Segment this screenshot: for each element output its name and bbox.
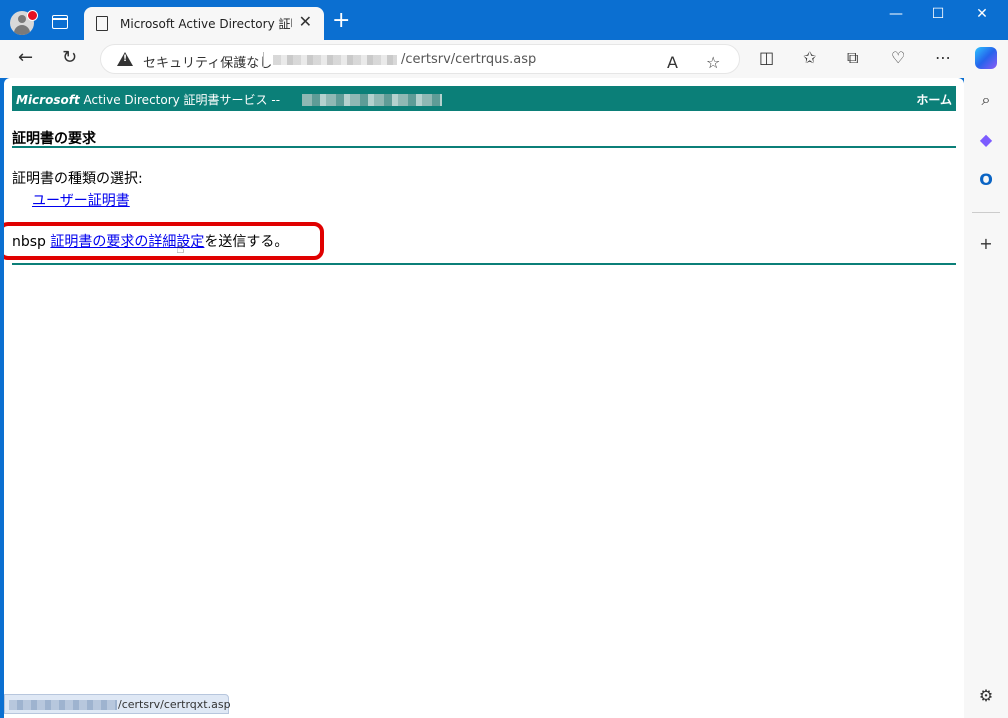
section-divider-bottom [12,263,956,265]
tab-actions-icon[interactable] [52,15,68,29]
collections-icon[interactable]: ⧉ [847,49,858,67]
link-status-bar: /certsrv/certrqxt.asp [4,694,231,714]
advanced-suffix: を送信する。 [204,234,289,250]
advanced-request-line: nbsp 証明書の要求の詳細設定を送信する。 [12,231,288,251]
favorite-star-icon[interactable]: ☆ [706,54,720,72]
address-divider [263,52,264,68]
settings-icon[interactable]: ⚙ [976,686,996,706]
document-icon [96,16,108,31]
split-screen-icon[interactable]: ◫ [759,49,774,67]
header-brand: Microsoft [16,93,80,107]
title-bar: Microsoft Active Directory 証明書 ✕ + — ☐ ✕ [0,0,1008,40]
add-icon[interactable]: + [976,234,996,254]
active-tab[interactable]: Microsoft Active Directory 証明書 ✕ [84,7,324,40]
edge-sidebar: ⌕ ◆ O + ⚙ [964,78,1008,718]
refresh-icon[interactable]: ↻ [62,48,77,68]
home-link[interactable]: ホーム [916,91,952,108]
section-divider-top [12,146,956,148]
header-title-group: Microsoft Active Directory 証明書サービス -- [16,91,280,108]
new-tab-button[interactable]: + [332,10,350,32]
advanced-prefix: nbsp [12,234,51,250]
tab-close-icon[interactable]: ✕ [299,13,312,31]
search-icon[interactable]: ⌕ [976,90,996,110]
read-aloud-icon[interactable]: A [667,54,678,72]
browser-essentials-icon[interactable]: ♡ [891,49,905,67]
tab-title: Microsoft Active Directory 証明書 [120,17,292,31]
page-header-bar: Microsoft Active Directory 証明書サービス -- ホー… [12,86,956,111]
outlook-icon[interactable]: O [976,170,996,190]
page-viewport: Microsoft Active Directory 証明書サービス -- ホー… [4,78,964,718]
security-status[interactable]: セキュリティ保護なし [143,52,272,71]
cert-type-label: 証明書の種類の選択: [12,171,143,187]
back-icon[interactable]: ← [18,48,33,68]
maximize-button[interactable]: ☐ [918,6,958,22]
section-title: 証明書の要求 [12,131,96,147]
more-icon[interactable]: ⋯ [935,49,951,67]
browser-toolbar: ← ↻ セキュリティ保護なし /certsrv/certrqus.asp A ☆… [0,40,1008,78]
close-window-button[interactable]: ✕ [962,6,1002,22]
copilot-icon[interactable] [975,47,997,69]
header-title: Active Directory 証明書サービス -- [79,93,281,107]
minimize-button[interactable]: — [876,6,916,22]
favorites-icon[interactable]: ✩ [803,49,816,67]
sidebar-divider [972,212,1000,213]
warning-icon[interactable] [117,52,133,66]
copilot-side-icon[interactable]: ◆ [976,130,996,150]
redacted-server-name [302,94,442,106]
redacted-host [273,55,397,65]
address-bar[interactable]: セキュリティ保護なし /certsrv/certrqus.asp A ☆ [100,44,740,74]
redacted-status-host [9,700,117,710]
url-path[interactable]: /certsrv/certrqus.asp [401,52,536,67]
hand-cursor-icon: ☝ [176,241,185,257]
notification-dot [27,10,38,21]
user-certificate-link[interactable]: ユーザー証明書 [32,190,130,210]
status-url: /certsrv/certrqxt.asp [118,698,231,711]
